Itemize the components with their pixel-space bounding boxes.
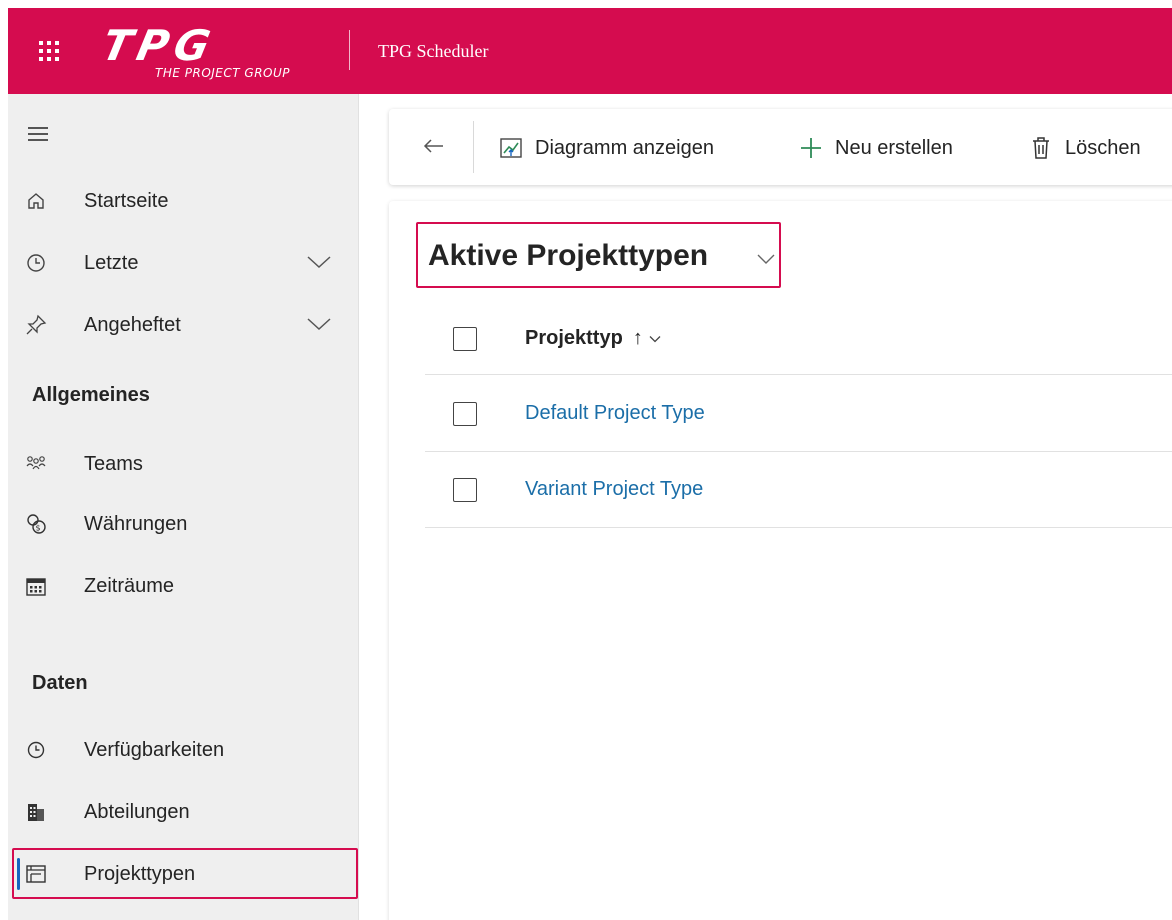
command-separator: [473, 121, 474, 173]
sidebar-item-startseite[interactable]: Startseite: [8, 176, 359, 226]
svg-text:$: $: [36, 524, 41, 533]
chevron-down-icon: [757, 254, 775, 264]
view-selector[interactable]: Aktive Projekttypen: [416, 222, 781, 288]
chevron-down-icon: [649, 335, 661, 342]
sidebar-item-zeitraeume[interactable]: Zeiträume: [8, 561, 359, 611]
plus-icon: [797, 134, 825, 162]
currency-icon: $: [24, 512, 48, 536]
chevron-down-icon[interactable]: [306, 254, 332, 270]
app-header: TPG THE PROJECT GROUP TPG Scheduler: [8, 8, 1172, 94]
teams-icon: [24, 452, 48, 476]
tpg-logo: TPG THE PROJECT GROUP: [98, 21, 348, 84]
table-row[interactable]: Variant Project Type: [425, 452, 1172, 528]
sidebar-item-teams[interactable]: Teams: [8, 439, 359, 489]
home-icon: [24, 189, 48, 213]
sidebar-item-label: Verfügbarkeiten: [84, 738, 225, 761]
clock-icon: [24, 251, 48, 275]
sidebar-item-waehrungen[interactable]: $ Währungen: [8, 499, 359, 549]
trash-icon: [1027, 134, 1055, 162]
grid-header: Projekttyp ↑: [425, 301, 1172, 375]
sidebar-item-label: Teams: [84, 452, 143, 475]
logo-text: TPG: [97, 21, 221, 70]
sidebar-item-label: Letzte: [84, 251, 139, 274]
back-arrow-icon[interactable]: [419, 131, 449, 161]
new-label: Neu erstellen: [835, 136, 953, 159]
select-all-checkbox[interactable]: [453, 327, 477, 351]
sidebar-item-angeheftet[interactable]: Angeheftet: [8, 300, 359, 350]
building-icon: [24, 800, 48, 824]
show-chart-label: Diagramm anzeigen: [535, 136, 714, 159]
sidebar-item-letzte[interactable]: Letzte: [8, 238, 359, 288]
row-checkbox[interactable]: [453, 478, 477, 502]
table-row[interactable]: Default Project Type: [425, 376, 1172, 452]
section-title-allgemeines: Allgemeines: [32, 384, 150, 406]
sidebar-item-label: Zeiträume: [84, 574, 175, 597]
chart-icon: [497, 134, 525, 162]
delete-button[interactable]: Löschen: [1027, 133, 1141, 163]
header-divider: [349, 30, 350, 70]
row-checkbox[interactable]: [453, 402, 477, 426]
project-type-icon: [24, 862, 48, 886]
row-link[interactable]: Default Project Type: [525, 402, 705, 425]
delete-label: Löschen: [1065, 136, 1141, 159]
sidebar-item-label: Währungen: [84, 512, 188, 535]
app-name[interactable]: TPG Scheduler: [378, 41, 488, 62]
view-title: Aktive Projekttypen: [428, 239, 709, 272]
pin-icon: [24, 313, 48, 337]
sidebar-item-label: Angeheftet: [84, 313, 181, 336]
sidebar-item-abteilungen[interactable]: Abteilungen: [8, 787, 359, 837]
sidebar-item-label: Abteilungen: [84, 800, 190, 823]
calendar-icon: [24, 574, 48, 598]
command-bar: Diagramm anzeigen Neu erstellen Löschen: [389, 109, 1172, 185]
sidebar-item-label: Startseite: [84, 189, 169, 212]
sort-ascending-icon: ↑: [632, 327, 643, 349]
view-panel: Aktive Projekttypen Projekttyp ↑ Default…: [389, 201, 1172, 920]
column-header-label: Projekttyp: [525, 327, 623, 349]
sidebar-item-verfuegbarkeiten[interactable]: Verfügbarkeiten: [8, 725, 359, 775]
logo-subtitle: THE PROJECT GROUP: [155, 66, 291, 80]
row-link[interactable]: Variant Project Type: [525, 478, 703, 501]
sidebar-item-projekttypen[interactable]: Projekttypen: [8, 849, 359, 899]
sidebar: Startseite Letzte Angeheftet Allgemeines…: [8, 94, 359, 920]
new-button[interactable]: Neu erstellen: [797, 133, 953, 163]
show-chart-button[interactable]: Diagramm anzeigen: [497, 133, 714, 163]
column-header-projekttyp[interactable]: Projekttyp ↑: [525, 327, 661, 350]
hamburger-menu-icon[interactable]: [28, 127, 48, 141]
sidebar-item-label: Projekttypen: [84, 862, 196, 885]
chevron-down-icon[interactable]: [306, 316, 332, 332]
availability-icon: [24, 738, 48, 762]
app-launcher-icon[interactable]: [36, 38, 62, 64]
section-title-daten: Daten: [32, 672, 88, 694]
